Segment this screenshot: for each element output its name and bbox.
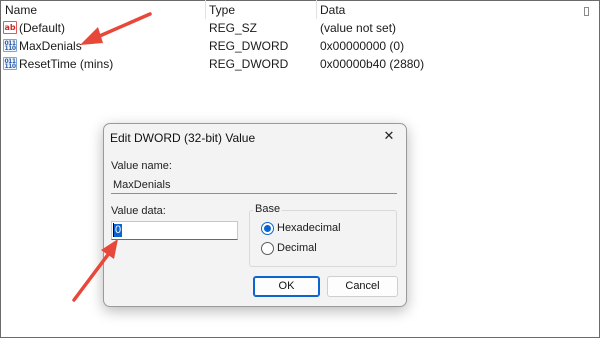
value-name: MaxDenials <box>19 39 82 53</box>
radio-decimal[interactable]: Decimal <box>261 241 381 257</box>
value-name: ResetTime (mins) <box>19 57 114 71</box>
base-group <box>249 210 397 267</box>
scrollbar-thumb[interactable] <box>584 7 589 16</box>
edit-dword-dialog: Edit DWORD (32-bit) Value ✕ Value name: … <box>103 123 407 307</box>
text-caret <box>113 223 114 237</box>
value-type: REG_SZ <box>209 21 258 35</box>
ok-button[interactable]: OK <box>253 276 320 297</box>
registry-row-resettime[interactable]: 011 110 ResetTime (mins) REG_DWORD 0x0000… <box>0 55 580 73</box>
radio-label: Decimal <box>277 242 317 254</box>
dialog-title[interactable]: Edit DWORD (32-bit) Value <box>110 131 255 145</box>
value-data: (value not set) <box>320 21 397 35</box>
value-name: (Default) <box>19 21 66 35</box>
radio-label: Hexadecimal <box>277 222 341 234</box>
string-value-icon: ab <box>3 21 17 34</box>
value-data: 0x00000000 (0) <box>320 39 405 53</box>
radio-unselected-icon[interactable] <box>261 242 274 255</box>
close-icon[interactable]: ✕ <box>381 128 397 144</box>
column-header-type[interactable]: Type <box>209 3 235 17</box>
radio-selected-icon[interactable] <box>261 222 274 235</box>
value-data-input[interactable]: 0 <box>111 221 238 240</box>
base-group-label: Base <box>253 203 283 215</box>
value-type: REG_DWORD <box>209 57 289 71</box>
binary-value-icon: 011 110 <box>3 39 17 52</box>
column-divider[interactable] <box>205 0 206 19</box>
value-name-field: MaxDenials <box>111 176 397 194</box>
value-name-label: Value name: <box>111 160 172 172</box>
column-divider[interactable] <box>316 0 317 19</box>
registry-row-default[interactable]: ab (Default) REG_SZ (value not set) <box>0 19 580 37</box>
registry-row-maxdenials[interactable]: 011 110 MaxDenials REG_DWORD 0x00000000 (… <box>0 37 580 55</box>
radio-hexadecimal[interactable]: Hexadecimal <box>261 221 381 237</box>
value-type: REG_DWORD <box>209 39 289 53</box>
value-data: 0x00000b40 (2880) <box>320 57 425 71</box>
column-header-data[interactable]: Data <box>320 3 345 17</box>
list-header: Name Type Data <box>0 0 600 20</box>
value-data-selection: 0 <box>114 224 123 237</box>
cancel-button[interactable]: Cancel <box>327 276 398 297</box>
column-header-name[interactable]: Name <box>5 3 37 17</box>
value-data-label: Value data: <box>111 205 166 217</box>
binary-value-icon: 011 110 <box>3 57 17 70</box>
